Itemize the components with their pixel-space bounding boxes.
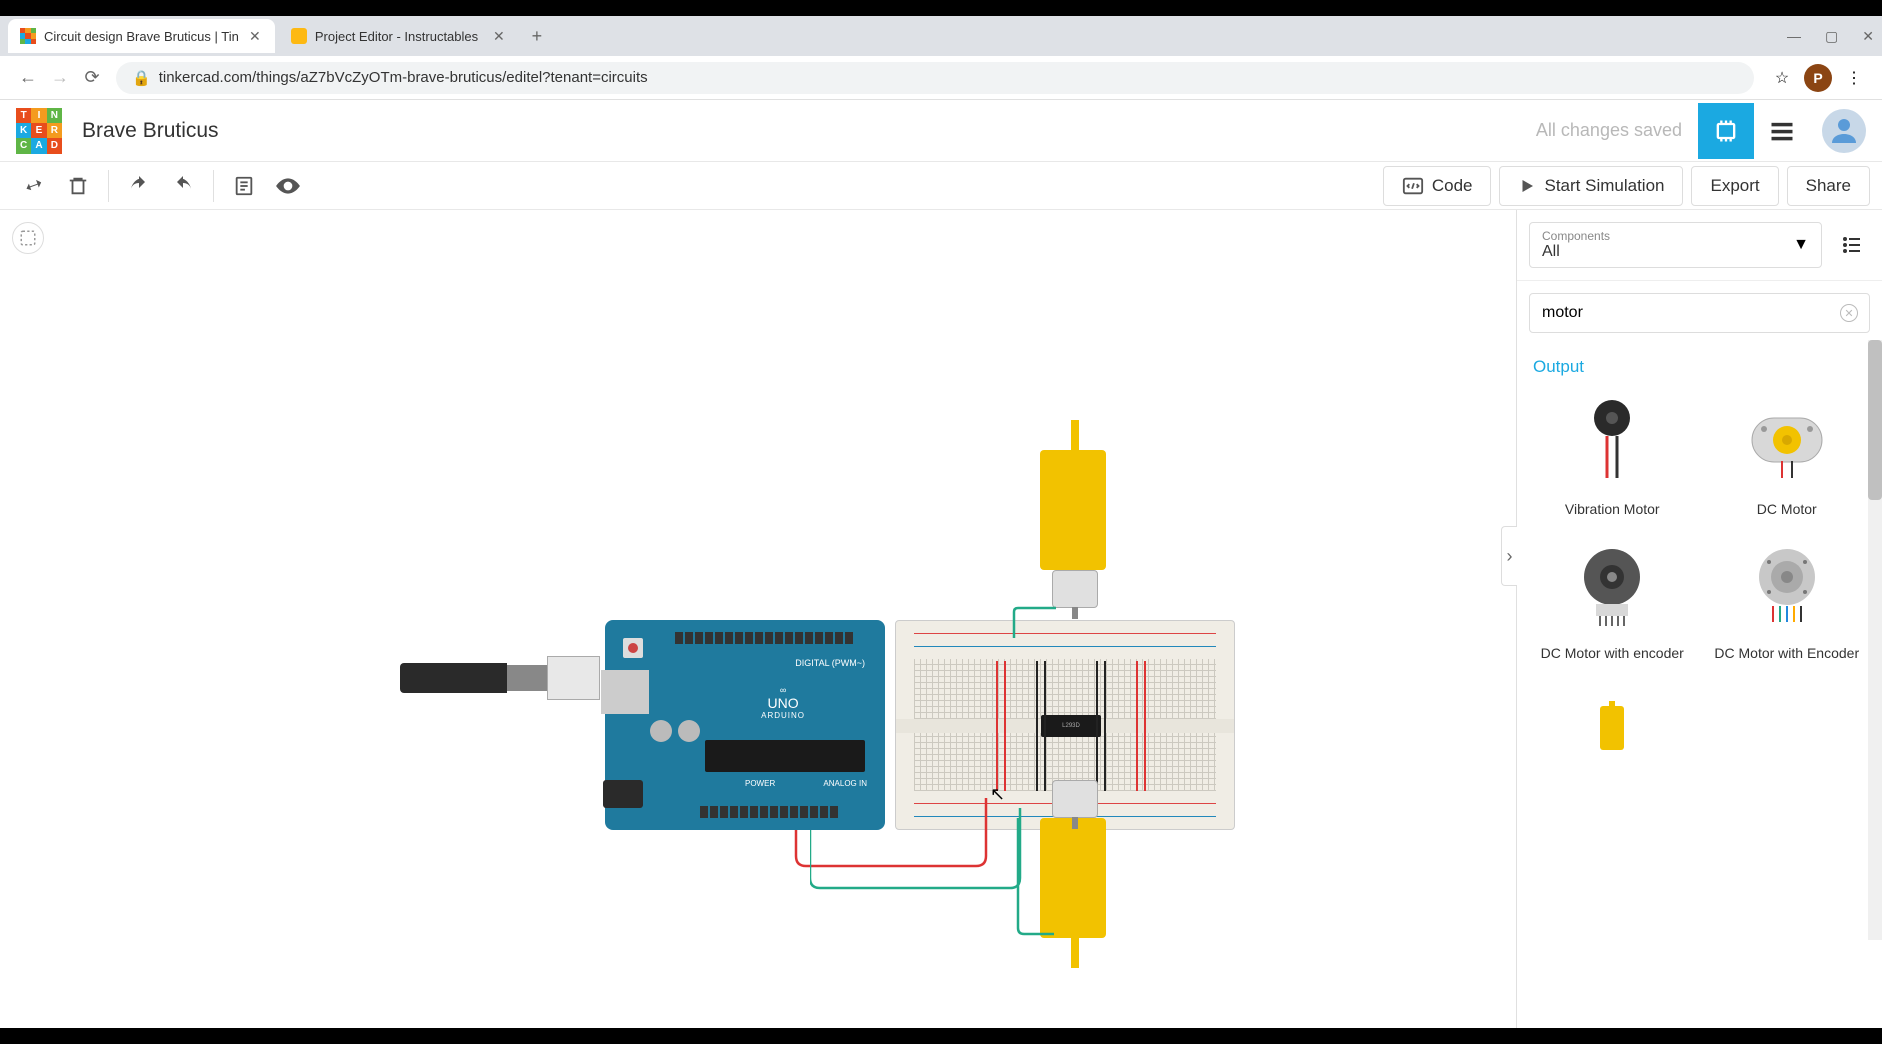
bookmark-icon[interactable]: ☆ bbox=[1766, 62, 1798, 94]
url-text: tinkercad.com/things/aZ7bVcZyOTm-brave-b… bbox=[159, 69, 648, 86]
dc-motor-encoder-icon bbox=[1737, 537, 1837, 637]
forward-button[interactable]: → bbox=[44, 62, 76, 94]
start-simulation-button[interactable]: Start Simulation bbox=[1499, 166, 1683, 206]
simulation-label: Start Simulation bbox=[1544, 176, 1664, 196]
visibility-button[interactable] bbox=[266, 164, 310, 208]
separator bbox=[108, 170, 109, 202]
dc-motor-icon bbox=[1737, 393, 1837, 493]
select-label: Components bbox=[1542, 229, 1809, 243]
export-label: Export bbox=[1710, 176, 1759, 196]
browser-address-bar: ← → ⟳ 🔒 tinkercad.com/things/aZ7bVcZyOTm… bbox=[0, 56, 1882, 100]
component-gearmotor[interactable] bbox=[1529, 681, 1696, 789]
browser-tab-strip: Circuit design Brave Bruticus | Tin ✕ Pr… bbox=[0, 16, 1882, 56]
schematic-view-button[interactable] bbox=[1754, 103, 1810, 159]
component-dc-motor-encoder-2[interactable]: DC Motor with Encoder bbox=[1704, 537, 1871, 661]
arduino-model: UNO bbox=[761, 695, 805, 711]
delete-button[interactable] bbox=[56, 164, 100, 208]
browser-tab-active[interactable]: Circuit design Brave Bruticus | Tin ✕ bbox=[8, 19, 275, 53]
profile-button[interactable]: P bbox=[1802, 62, 1834, 94]
component-dc-motor[interactable]: DC Motor bbox=[1704, 393, 1871, 517]
select-value: All bbox=[1542, 243, 1809, 261]
export-button[interactable]: Export bbox=[1691, 166, 1778, 206]
arduino-brand: ARDUINO bbox=[761, 711, 805, 720]
gearmotor-icon bbox=[1562, 681, 1662, 781]
arduino-power-label: POWER bbox=[745, 779, 775, 788]
circuit-canvas[interactable]: DIGITAL (PWM~) ∞ UNO ARDUINO POWER ANALO… bbox=[0, 210, 1516, 1028]
url-input[interactable]: 🔒 tinkercad.com/things/aZ7bVcZyOTm-brave… bbox=[116, 62, 1754, 94]
category-heading: Output bbox=[1533, 357, 1866, 377]
code-button[interactable]: Code bbox=[1383, 166, 1492, 206]
scrollbar-thumb[interactable] bbox=[1868, 340, 1882, 500]
browser-menu-icon[interactable]: ⋮ bbox=[1838, 62, 1870, 94]
lock-icon: 🔒 bbox=[132, 69, 151, 87]
usb-cable[interactable] bbox=[400, 658, 600, 698]
tab-title: Project Editor - Instructables bbox=[315, 29, 483, 44]
share-label: Share bbox=[1806, 176, 1851, 196]
component-search-input[interactable] bbox=[1529, 293, 1870, 333]
save-status: All changes saved bbox=[1536, 120, 1682, 141]
close-icon[interactable]: ✕ bbox=[247, 28, 263, 44]
component-label: DC Motor with Encoder bbox=[1714, 645, 1859, 661]
list-view-button[interactable] bbox=[1834, 227, 1870, 263]
close-window-icon[interactable]: ✕ bbox=[1862, 28, 1874, 45]
profile-avatar: P bbox=[1804, 64, 1832, 92]
circuit-workspace: DIGITAL (PWM~) ∞ UNO ARDUINO POWER ANALO… bbox=[400, 310, 1300, 960]
separator bbox=[213, 170, 214, 202]
instructables-favicon bbox=[291, 28, 307, 44]
tinkercad-logo[interactable]: TINKERCAD bbox=[16, 108, 62, 154]
panel-scrollbar[interactable] bbox=[1868, 340, 1882, 940]
search-clear-button[interactable]: ✕ bbox=[1840, 304, 1858, 322]
circuit-view-button[interactable] bbox=[1698, 103, 1754, 159]
browser-tab-inactive[interactable]: Project Editor - Instructables ✕ bbox=[279, 19, 519, 53]
minimize-icon[interactable]: — bbox=[1787, 28, 1801, 45]
rotate-button[interactable] bbox=[12, 164, 56, 208]
undo-button[interactable] bbox=[117, 164, 161, 208]
wire-green-bottom[interactable] bbox=[810, 798, 1210, 923]
panel-collapse-button[interactable]: › bbox=[1501, 526, 1517, 586]
code-label: Code bbox=[1432, 176, 1473, 196]
app-header: TINKERCAD Brave Bruticus All changes sav… bbox=[0, 100, 1882, 162]
component-vibration-motor[interactable]: Vibration Motor bbox=[1529, 393, 1696, 517]
share-button[interactable]: Share bbox=[1787, 166, 1870, 206]
component-label: DC Motor with encoder bbox=[1541, 645, 1684, 661]
project-title[interactable]: Brave Bruticus bbox=[82, 119, 1536, 143]
user-avatar[interactable] bbox=[1822, 109, 1866, 153]
component-category-select[interactable]: Components All ▼ bbox=[1529, 222, 1822, 268]
wire-green-motor-bottom[interactable] bbox=[1014, 818, 1094, 943]
vibration-motor-icon bbox=[1562, 393, 1662, 493]
component-label: Vibration Motor bbox=[1565, 501, 1660, 517]
back-button[interactable]: ← bbox=[12, 62, 44, 94]
maximize-icon[interactable]: ▢ bbox=[1825, 28, 1838, 45]
dc-motor-encoder-icon bbox=[1562, 537, 1662, 637]
new-tab-button[interactable]: + bbox=[523, 22, 551, 50]
close-icon[interactable]: ✕ bbox=[491, 28, 507, 44]
tinkercad-favicon bbox=[20, 28, 36, 44]
chevron-down-icon: ▼ bbox=[1793, 236, 1809, 254]
redo-button[interactable] bbox=[161, 164, 205, 208]
reload-button[interactable]: ⟳ bbox=[76, 62, 108, 94]
app-toolbar: Code Start Simulation Export Share bbox=[0, 162, 1882, 210]
component-dc-motor-encoder-1[interactable]: DC Motor with encoder bbox=[1529, 537, 1696, 661]
notes-button[interactable] bbox=[222, 164, 266, 208]
component-label: DC Motor bbox=[1757, 501, 1817, 517]
tab-title: Circuit design Brave Bruticus | Tin bbox=[44, 29, 239, 44]
components-panel: › Components All ▼ ✕ Output bbox=[1516, 210, 1882, 1028]
zoom-fit-button[interactable] bbox=[12, 222, 44, 254]
